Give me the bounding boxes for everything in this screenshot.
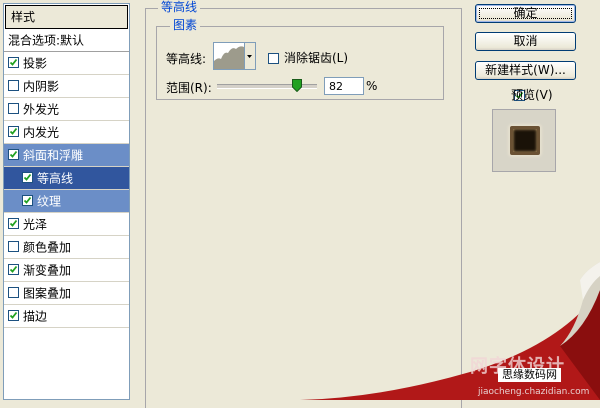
- style-item[interactable]: 混合选项:默认: [4, 29, 129, 52]
- style-checkbox[interactable]: [8, 310, 19, 321]
- style-checkbox[interactable]: [8, 264, 19, 275]
- watermark-stamp: 思缘数码网: [498, 368, 561, 382]
- preview-label: 预览(V): [511, 88, 553, 102]
- checkmark-icon: [9, 219, 18, 227]
- style-item[interactable]: 外发光: [4, 98, 129, 121]
- style-item-label: 投影: [23, 56, 48, 71]
- style-item-label: 内阴影: [23, 79, 60, 94]
- range-unit: %: [366, 79, 378, 93]
- slider-thumb-icon: [292, 79, 303, 93]
- style-checkbox[interactable]: [8, 80, 19, 91]
- checkmark-icon: [23, 196, 32, 204]
- style-item-label: 颜色叠加: [23, 240, 72, 255]
- preview-swatch: [510, 126, 540, 155]
- style-item-label: 描边: [23, 309, 48, 324]
- checkmark-icon: [9, 150, 18, 158]
- antialias-label: 消除锯齿(L): [284, 51, 349, 65]
- style-item-label: 混合选项:默认: [8, 33, 85, 48]
- style-item-label: 内发光: [23, 125, 60, 140]
- antialias-checkbox[interactable]: [268, 53, 279, 64]
- style-checkbox[interactable]: [8, 287, 19, 298]
- style-item[interactable]: 内阴影: [4, 75, 129, 98]
- style-item-label: 光泽: [23, 217, 48, 232]
- style-item-label: 等高线: [37, 171, 74, 186]
- checkmark-icon: [23, 173, 32, 181]
- style-item[interactable]: 投影: [4, 52, 129, 75]
- watermark-url: jiaocheng.chazidian.com: [478, 387, 590, 397]
- styles-list: 样式 混合选项:默认投影内阴影外发光内发光斜面和浮雕等高线纹理光泽颜色叠加渐变叠…: [3, 3, 130, 400]
- contour-label: 等高线:: [166, 52, 207, 66]
- style-item[interactable]: 纹理: [4, 190, 129, 213]
- checkmark-icon: [9, 265, 18, 273]
- range-slider-thumb[interactable]: [292, 79, 303, 93]
- style-checkbox[interactable]: [8, 103, 19, 114]
- range-input[interactable]: [324, 77, 364, 95]
- subgroup-title: 图素: [170, 18, 201, 32]
- style-item-label: 图案叠加: [23, 286, 72, 301]
- contour-curve-icon: [214, 46, 244, 69]
- style-item[interactable]: 颜色叠加: [4, 236, 129, 259]
- style-checkbox[interactable]: [22, 195, 33, 206]
- ok-button[interactable]: 确定: [475, 4, 576, 23]
- style-item[interactable]: 渐变叠加: [4, 259, 129, 282]
- checkmark-icon: [9, 311, 18, 319]
- style-checkbox[interactable]: [22, 172, 33, 183]
- style-item[interactable]: 斜面和浮雕: [4, 144, 129, 167]
- checkmark-icon: [9, 58, 18, 66]
- style-item[interactable]: 描边: [4, 305, 129, 328]
- new-style-button[interactable]: 新建样式(W)...: [475, 61, 576, 80]
- style-item-label: 外发光: [23, 102, 60, 117]
- style-item[interactable]: 等高线: [4, 167, 129, 190]
- style-checkbox[interactable]: [8, 149, 19, 160]
- style-checkbox[interactable]: [8, 126, 19, 137]
- section-title: 等高线: [158, 0, 201, 14]
- style-item[interactable]: 图案叠加: [4, 282, 129, 305]
- style-checkbox[interactable]: [8, 57, 19, 68]
- styles-header[interactable]: 样式: [5, 5, 128, 29]
- style-item[interactable]: 光泽: [4, 213, 129, 236]
- style-item-label: 渐变叠加: [23, 263, 72, 278]
- contour-dropdown-button[interactable]: [245, 42, 256, 70]
- style-item-label: 纹理: [37, 194, 62, 209]
- style-checkbox[interactable]: [8, 241, 19, 252]
- style-item[interactable]: 内发光: [4, 121, 129, 144]
- contour-picker[interactable]: [213, 42, 245, 70]
- chevron-down-icon: [247, 55, 252, 58]
- style-rows: 混合选项:默认投影内阴影外发光内发光斜面和浮雕等高线纹理光泽颜色叠加渐变叠加图案…: [4, 29, 129, 328]
- cancel-button[interactable]: 取消: [475, 32, 576, 51]
- style-item-label: 斜面和浮雕: [23, 148, 84, 163]
- checkmark-icon: [9, 127, 18, 135]
- range-label: 范围(R):: [166, 81, 212, 95]
- style-checkbox[interactable]: [8, 218, 19, 229]
